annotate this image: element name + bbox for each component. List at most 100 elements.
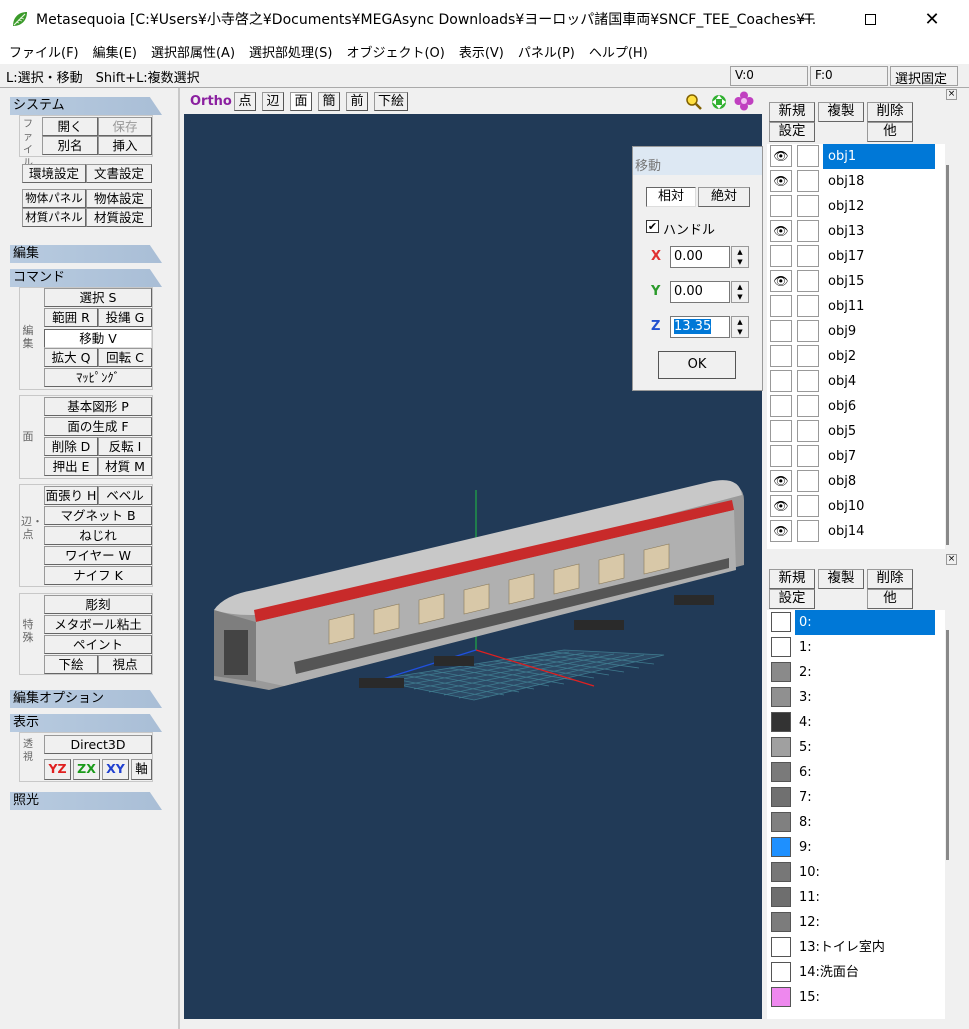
paint-tool-button[interactable]: ペイント <box>44 635 152 654</box>
vertex-display-toggle[interactable]: 点 <box>234 92 256 111</box>
object-row[interactable]: 👁 obj14 <box>767 519 939 544</box>
object-row[interactable]: 👁 obj1 <box>767 144 939 169</box>
handle-checkbox[interactable]: ✔ <box>646 220 659 233</box>
material-delete-button[interactable]: 削除 <box>867 569 913 589</box>
menu-selection-attr[interactable]: 選択部属性(A) <box>146 42 244 61</box>
material-color-swatch[interactable] <box>771 962 791 982</box>
material-row[interactable]: 1: <box>767 635 939 660</box>
lock-toggle[interactable] <box>797 495 819 517</box>
visibility-toggle[interactable] <box>770 195 792 217</box>
material-name[interactable]: 10: <box>795 860 935 885</box>
object-name[interactable]: obj1 <box>823 144 935 169</box>
visibility-toggle[interactable]: 👁 <box>770 170 792 192</box>
object-row[interactable]: obj2 <box>767 344 939 369</box>
object-row[interactable]: obj7 <box>767 444 939 469</box>
edit-option-section-header[interactable]: 編集オプション <box>10 690 162 708</box>
rotate-tool-button[interactable]: 回転 C <box>98 348 152 367</box>
material-duplicate-button[interactable]: 複製 <box>818 569 864 589</box>
z-input[interactable]: 13.35 <box>670 316 730 338</box>
material-tool-button[interactable]: 材質 M <box>98 457 152 476</box>
material-row[interactable]: 4: <box>767 710 939 735</box>
menu-panel[interactable]: パネル(P) <box>513 42 584 61</box>
simple-display-toggle[interactable]: 簡 <box>318 92 340 111</box>
renderer-button[interactable]: Direct3D <box>44 735 152 754</box>
material-list-scrollbar[interactable] <box>946 630 949 860</box>
visibility-toggle[interactable] <box>770 345 792 367</box>
lock-toggle[interactable] <box>797 195 819 217</box>
edge-display-toggle[interactable]: 辺 <box>262 92 284 111</box>
knife-tool-button[interactable]: ナイフ K <box>44 566 152 585</box>
material-color-swatch[interactable] <box>771 637 791 657</box>
lock-toggle[interactable] <box>797 295 819 317</box>
object-row[interactable]: obj5 <box>767 419 939 444</box>
object-name[interactable]: obj9 <box>823 319 935 344</box>
viewpoint-tool-button[interactable]: 視点 <box>98 655 152 674</box>
lock-toggle[interactable] <box>797 420 819 442</box>
relative-mode-button[interactable]: 相対 <box>646 187 696 207</box>
lock-toggle[interactable] <box>797 270 819 292</box>
object-name[interactable]: obj2 <box>823 344 935 369</box>
lock-toggle[interactable] <box>797 470 819 492</box>
object-panel-close-icon[interactable]: × <box>946 89 957 100</box>
lock-toggle[interactable] <box>797 395 819 417</box>
material-other-button[interactable]: 他 <box>867 589 913 609</box>
visibility-toggle[interactable]: 👁 <box>770 270 792 292</box>
object-delete-button[interactable]: 削除 <box>867 102 913 122</box>
material-name[interactable]: 13:トイレ室内 <box>795 935 935 960</box>
lock-toggle[interactable] <box>797 370 819 392</box>
material-color-swatch[interactable] <box>771 837 791 857</box>
object-row[interactable]: obj4 <box>767 369 939 394</box>
material-settings-button-panel[interactable]: 設定 <box>769 589 815 609</box>
object-name[interactable]: obj17 <box>823 244 935 269</box>
extrude-tool-button[interactable]: 押出 E <box>44 457 98 476</box>
material-color-swatch[interactable] <box>771 687 791 707</box>
material-color-swatch[interactable] <box>771 987 791 1007</box>
material-panel-close-icon[interactable]: × <box>946 554 957 565</box>
wire-tool-button[interactable]: ワイヤー W <box>44 546 152 565</box>
material-row[interactable]: 9: <box>767 835 939 860</box>
lock-toggle[interactable] <box>797 445 819 467</box>
projection-mode[interactable]: Ortho <box>190 94 232 109</box>
material-name[interactable]: 14:洗面台 <box>795 960 935 985</box>
object-name[interactable]: obj4 <box>823 369 935 394</box>
object-name[interactable]: obj6 <box>823 394 935 419</box>
object-panel-button[interactable]: 物体パネル <box>22 189 86 208</box>
save-as-button[interactable]: 別名 <box>42 136 98 155</box>
close-icon[interactable]: ✕ <box>909 0 955 38</box>
object-settings-button[interactable]: 物体設定 <box>86 189 152 208</box>
twist-tool-button[interactable]: ねじれ <box>44 526 152 545</box>
material-row[interactable]: 8: <box>767 810 939 835</box>
lock-toggle[interactable] <box>797 320 819 342</box>
material-name[interactable]: 0: <box>795 610 935 635</box>
minimize-icon[interactable]: — <box>785 0 831 38</box>
object-duplicate-button[interactable]: 複製 <box>818 102 864 122</box>
material-name[interactable]: 4: <box>795 710 935 735</box>
object-row[interactable]: 👁 obj18 <box>767 169 939 194</box>
menu-edit[interactable]: 編集(E) <box>88 42 146 61</box>
object-name[interactable]: obj12 <box>823 194 935 219</box>
material-new-button[interactable]: 新規 <box>769 569 815 589</box>
lock-toggle[interactable] <box>797 245 819 267</box>
object-name[interactable]: obj13 <box>823 219 935 244</box>
face-generate-tool-button[interactable]: 面の生成 F <box>44 417 152 436</box>
visibility-toggle[interactable]: 👁 <box>770 145 792 167</box>
menu-file[interactable]: ファイル(F) <box>4 42 88 61</box>
z-spinner[interactable]: ▲ ▼ <box>731 316 749 338</box>
scale-tool-button[interactable]: 拡大 Q <box>44 348 98 367</box>
lock-toggle[interactable] <box>797 220 819 242</box>
primitive-tool-button[interactable]: 基本図形 P <box>44 397 152 416</box>
face-stretch-tool-button[interactable]: 面張り H <box>44 486 98 505</box>
y-input[interactable]: 0.00 <box>670 281 730 303</box>
object-name[interactable]: obj14 <box>823 519 935 544</box>
object-row[interactable]: obj11 <box>767 294 939 319</box>
visibility-toggle[interactable] <box>770 445 792 467</box>
visibility-toggle[interactable] <box>770 370 792 392</box>
underlay-tool-button[interactable]: 下絵 <box>44 655 98 674</box>
metaball-tool-button[interactable]: メタボール粘土 <box>44 615 152 634</box>
axis-toggle-button[interactable]: 軸 <box>131 759 152 780</box>
maximize-icon[interactable] <box>847 0 893 38</box>
move-tool-button[interactable]: 移動 V <box>44 329 152 348</box>
visibility-toggle[interactable] <box>770 295 792 317</box>
material-color-swatch[interactable] <box>771 762 791 782</box>
flip-tool-button[interactable]: 反転 I <box>98 437 152 456</box>
